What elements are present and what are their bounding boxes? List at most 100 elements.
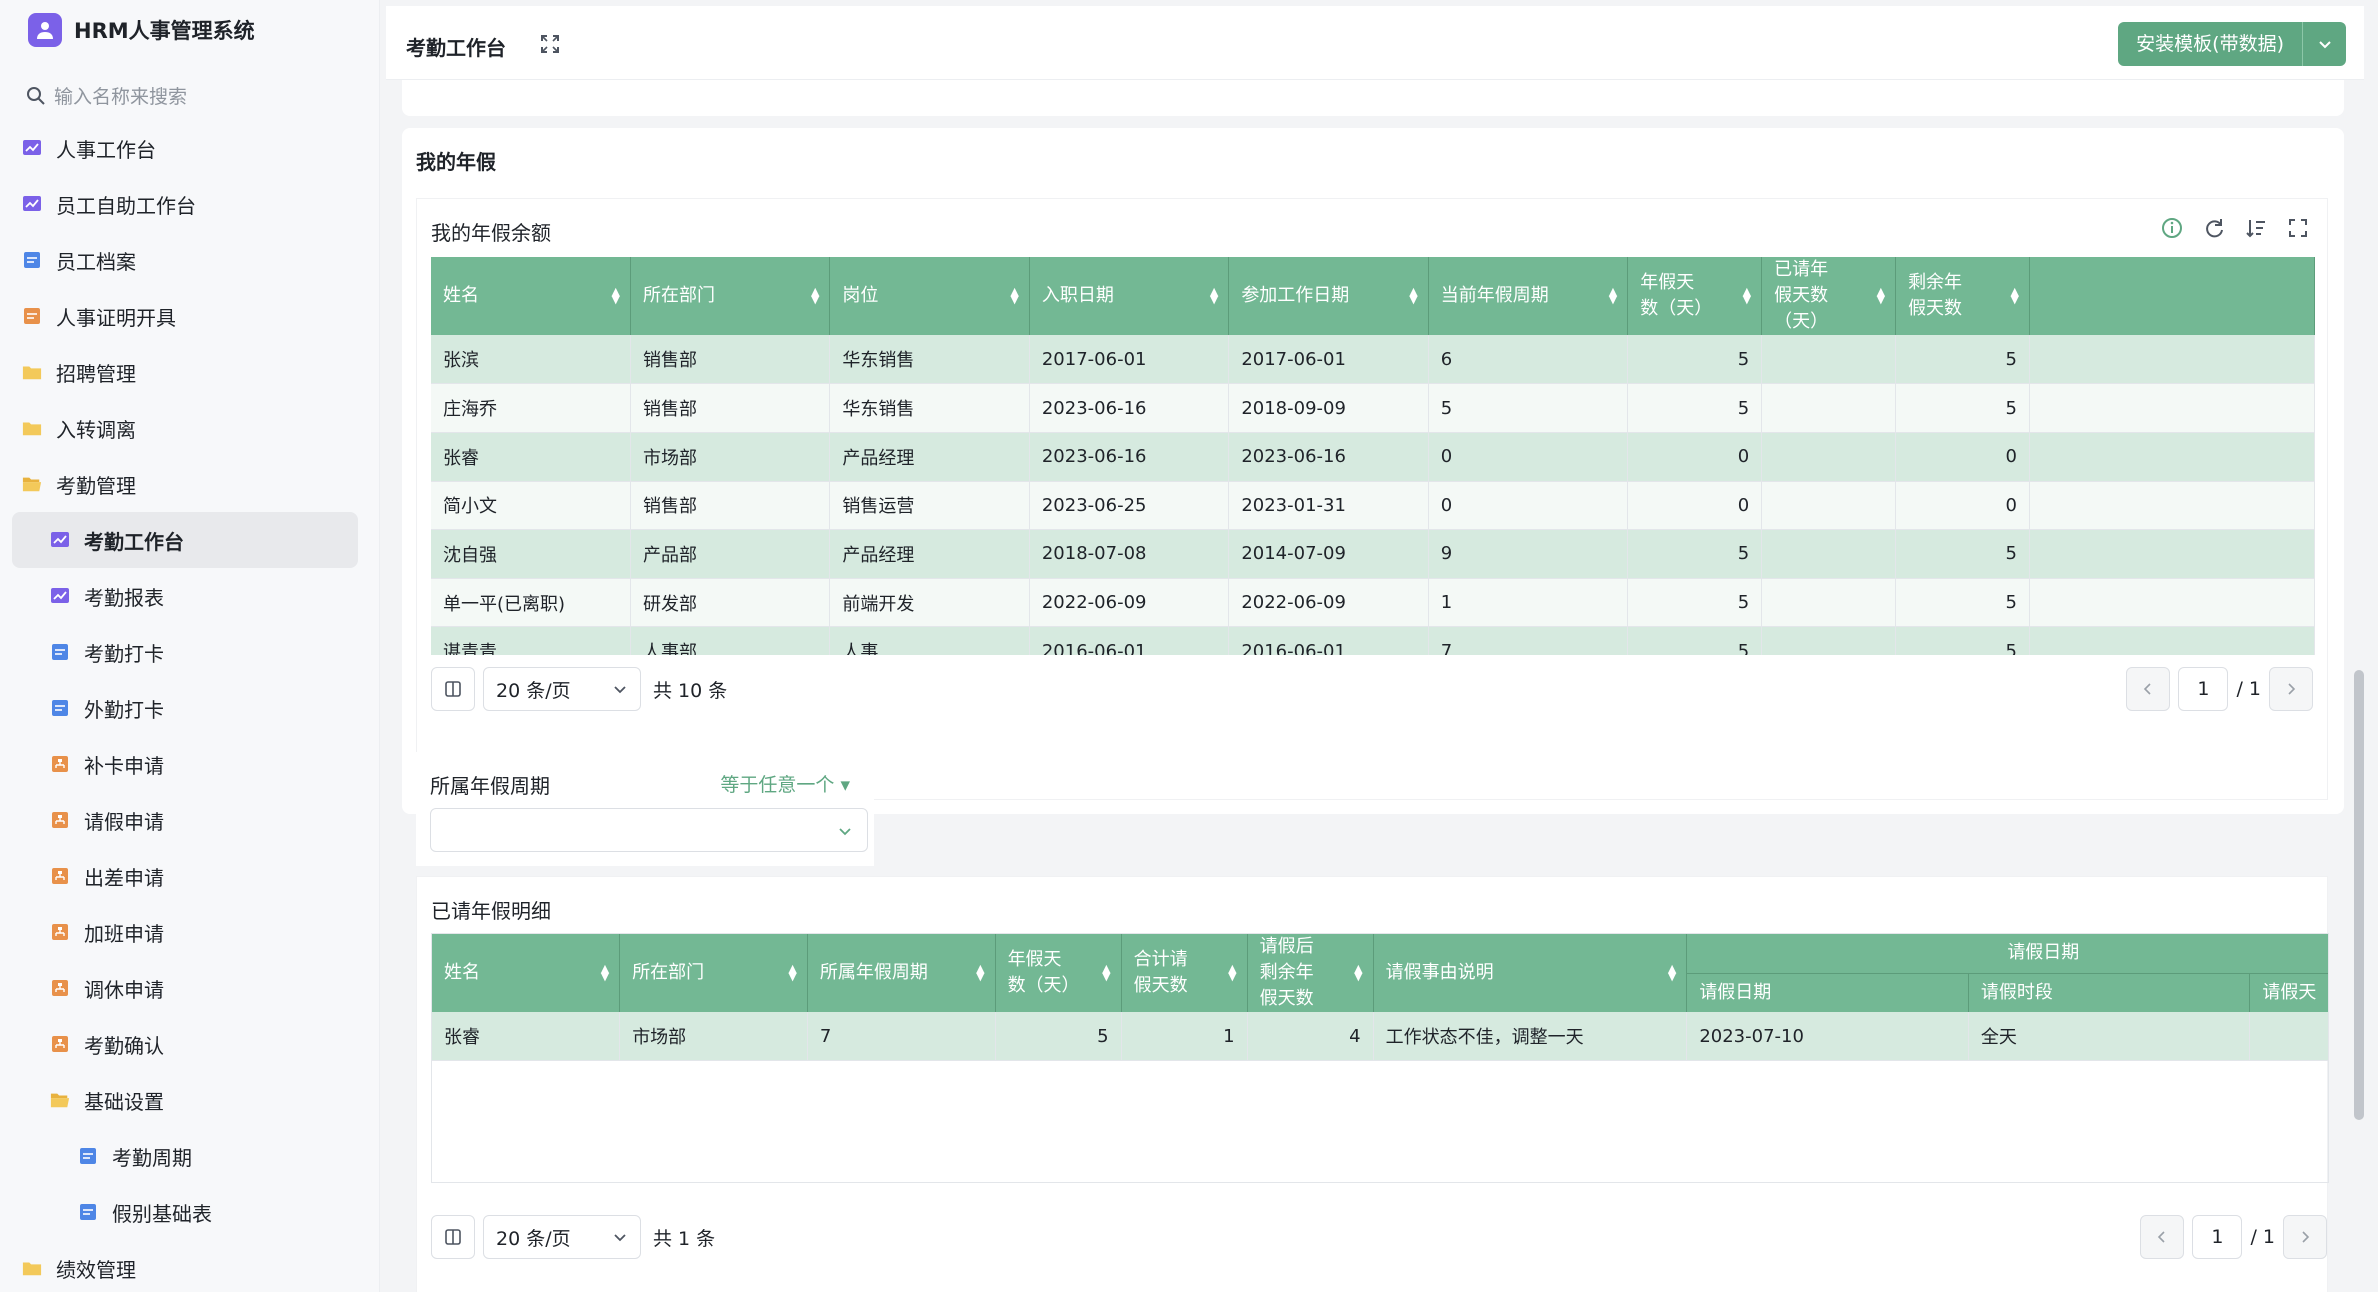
column-header[interactable]: 所属年假周期 ▲ ▼ bbox=[807, 934, 996, 1013]
brand[interactable]: HRM人事管理系统 bbox=[28, 12, 255, 48]
table-row[interactable]: 谌青青 人事部 人事 2016-06-01 2016-06-01 7 5 5 bbox=[431, 626, 2315, 655]
column-header[interactable]: 请假后剩余年假天数 ▲ ▼ bbox=[1247, 934, 1374, 1013]
sort-icon[interactable]: ▲ ▼ bbox=[1609, 286, 1617, 305]
sort-icon[interactable]: ▲ ▼ bbox=[788, 963, 796, 982]
prev-page-button[interactable] bbox=[2140, 1215, 2185, 1259]
sort-icon[interactable]: ▲ ▼ bbox=[601, 963, 609, 982]
column-header[interactable]: 所在部门 ▲ ▼ bbox=[630, 257, 831, 336]
sort-icon[interactable]: ▲ ▼ bbox=[811, 286, 819, 305]
column-header[interactable]: 姓名 ▲ ▼ bbox=[432, 934, 621, 1013]
column-header[interactable]: 姓名 ▲ ▼ bbox=[431, 257, 631, 336]
sort-icon[interactable]: ▲ ▼ bbox=[1102, 963, 1110, 982]
column-header[interactable]: 年假天数（天） ▲ ▼ bbox=[995, 934, 1122, 1013]
sidebar-item[interactable]: 员工自助工作台 bbox=[0, 176, 380, 232]
refresh-icon[interactable] bbox=[2201, 215, 2227, 241]
column-header[interactable]: 当前年假周期 ▲ ▼ bbox=[1428, 257, 1629, 336]
table-row[interactable]: 庄海乔 销售部 华东销售 2023-06-16 2018-09-09 5 5 5 bbox=[431, 383, 2315, 433]
table-row[interactable]: 张睿 市场部 产品经理 2023-06-16 2023-06-16 0 0 0 bbox=[431, 432, 2315, 482]
page-size-value: 20 条/页 bbox=[496, 679, 571, 702]
sidebar-item[interactable]: 考勤确认 bbox=[0, 1016, 380, 1072]
column-settings-icon[interactable] bbox=[2243, 215, 2269, 241]
page-count: / 1 bbox=[2236, 678, 2261, 700]
column-header[interactable]: 所在部门 ▲ ▼ bbox=[619, 934, 808, 1013]
sidebar-item[interactable]: 请假申请 bbox=[0, 792, 380, 848]
table-row[interactable]: 沈自强 产品部 产品经理 2018-07-08 2014-07-09 9 5 5 bbox=[431, 529, 2315, 579]
sidebar-item[interactable]: 考勤报表 bbox=[0, 568, 380, 624]
sidebar-item-label: 补卡申请 bbox=[84, 753, 164, 778]
sidebar-item[interactable]: 人事证明开具 bbox=[0, 288, 380, 344]
prev-page-button[interactable] bbox=[2126, 667, 2171, 711]
table-cell: 华东销售 bbox=[829, 383, 1030, 433]
column-header[interactable]: 岗位 ▲ ▼ bbox=[829, 257, 1030, 336]
sidebar-item[interactable]: 考勤打卡 bbox=[0, 624, 380, 680]
column-header[interactable]: 入职日期 ▲ ▼ bbox=[1029, 257, 1230, 336]
sidebar-item[interactable]: 考勤周期 bbox=[0, 1128, 380, 1184]
doc-icon bbox=[50, 642, 70, 662]
sidebar-item[interactable]: 人事工作台 bbox=[0, 120, 380, 176]
column-header[interactable]: 请假时段 bbox=[1968, 973, 2251, 1013]
column-header[interactable]: 已请年假天数（天） ▲ ▼ bbox=[1761, 257, 1897, 336]
table-cell: 5 bbox=[1895, 335, 2030, 385]
table-row[interactable]: 张滨 销售部 华东销售 2017-06-01 2017-06-01 6 5 5 bbox=[431, 335, 2315, 385]
sidebar-item[interactable]: 入转调离 bbox=[0, 400, 380, 456]
sort-icon[interactable]: ▲ ▼ bbox=[1210, 286, 1218, 305]
fullscreen-icon[interactable] bbox=[538, 32, 562, 56]
sidebar-item[interactable]: 外勤打卡 bbox=[0, 680, 380, 736]
leave-balance-card: 我的年假余额 姓名 ▲ ▼ 所在部门 ▲ ▼ 岗位 ▲ ▼ 入职日期 ▲ ▼ 参加工作日期 ▲ ▼ 当前年假周… bbox=[416, 198, 2328, 800]
sort-icon[interactable]: ▲ ▼ bbox=[1743, 286, 1751, 305]
sort-icon[interactable]: ▲ ▼ bbox=[2011, 286, 2019, 305]
sidebar-item[interactable]: 考勤管理 bbox=[0, 456, 380, 512]
sidebar-item[interactable]: 考勤工作台 bbox=[12, 512, 358, 568]
info-icon[interactable] bbox=[2159, 215, 2185, 241]
column-header[interactable]: 参加工作日期 ▲ ▼ bbox=[1228, 257, 1429, 336]
column-toggle-icon[interactable] bbox=[431, 667, 475, 711]
page-input[interactable]: 1 bbox=[2192, 1215, 2243, 1259]
table-cell: 0 bbox=[1428, 481, 1629, 531]
sort-icon[interactable]: ▲ ▼ bbox=[1228, 963, 1236, 982]
page-size-select[interactable]: 20 条/页 bbox=[483, 667, 641, 711]
sidebar-item[interactable]: 假别基础表 bbox=[0, 1184, 380, 1240]
sort-icon[interactable]: ▲ ▼ bbox=[1010, 286, 1018, 305]
sort-icon[interactable]: ▲ ▼ bbox=[611, 286, 619, 305]
sort-icon[interactable]: ▲ ▼ bbox=[1877, 286, 1885, 305]
sidebar-item[interactable]: 出差申请 bbox=[0, 848, 380, 904]
column-header[interactable]: 年假天数（天） ▲ ▼ bbox=[1627, 257, 1763, 336]
column-header[interactable]: 合计请假天数 ▲ ▼ bbox=[1121, 934, 1248, 1013]
column-header[interactable]: 请假日期 bbox=[1686, 973, 1969, 1013]
install-template-label[interactable]: 安装模板(带数据) bbox=[2118, 22, 2302, 66]
sidebar-item[interactable]: 基础设置 bbox=[0, 1072, 380, 1128]
page-scrollbar[interactable] bbox=[2354, 670, 2364, 1120]
filter-operator[interactable]: 等于任意一个 ▾ bbox=[720, 770, 850, 797]
flow-icon bbox=[50, 810, 70, 830]
chevron-down-icon[interactable] bbox=[2302, 22, 2346, 66]
sidebar-item[interactable]: 加班申请 bbox=[0, 904, 380, 960]
next-page-button[interactable] bbox=[2283, 1215, 2327, 1259]
sidebar-item[interactable]: 招聘管理 bbox=[0, 344, 380, 400]
column-header[interactable]: 剩余年假天数 ▲ ▼ bbox=[1895, 257, 2030, 336]
sidebar-search[interactable]: 输入名称来搜索 bbox=[26, 82, 187, 109]
sidebar-item[interactable]: 绩效管理 bbox=[0, 1240, 380, 1292]
sort-icon[interactable]: ▲ ▼ bbox=[1354, 963, 1362, 982]
sort-icon[interactable]: ▲ ▼ bbox=[1668, 963, 1676, 982]
page-size-select[interactable]: 20 条/页 bbox=[483, 1215, 641, 1259]
table-row[interactable]: 单一平(已离职) 研发部 前端开发 2022-06-09 2022-06-09 1 5 5 bbox=[431, 578, 2315, 628]
sidebar-item-label: 外勤打卡 bbox=[84, 697, 164, 722]
leave-balance-title: 我的年假余额 bbox=[431, 221, 551, 245]
column-header[interactable]: 请假事由说明 ▲ ▼ bbox=[1373, 934, 1688, 1013]
table-row[interactable]: 简小文 销售部 销售运营 2023-06-25 2023-01-31 0 0 0 bbox=[431, 481, 2315, 531]
table-cell: 工作状态不佳，调整一天 bbox=[1373, 1012, 1688, 1062]
column-toggle-icon[interactable] bbox=[431, 1215, 475, 1259]
expand-icon[interactable] bbox=[2285, 215, 2311, 241]
table-row[interactable]: 张睿 市场部 7 5 1 4 工作状态不佳，调整一天 2023-07-10 全天 bbox=[432, 1012, 2328, 1062]
sort-icon[interactable]: ▲ ▼ bbox=[1409, 286, 1417, 305]
sidebar-item-label: 考勤打卡 bbox=[84, 641, 164, 666]
sidebar-item[interactable]: 补卡申请 bbox=[0, 736, 380, 792]
sidebar-item[interactable]: 员工档案 bbox=[0, 232, 380, 288]
sort-icon[interactable]: ▲ ▼ bbox=[976, 963, 984, 982]
page-input[interactable]: 1 bbox=[2178, 667, 2229, 711]
next-page-button[interactable] bbox=[2269, 667, 2313, 711]
sidebar-item[interactable]: 调休申请 bbox=[0, 960, 380, 1016]
filter-select[interactable] bbox=[430, 808, 868, 852]
install-template-button[interactable]: 安装模板(带数据) bbox=[2118, 22, 2346, 66]
column-header[interactable]: 请假天 bbox=[2249, 973, 2328, 1013]
